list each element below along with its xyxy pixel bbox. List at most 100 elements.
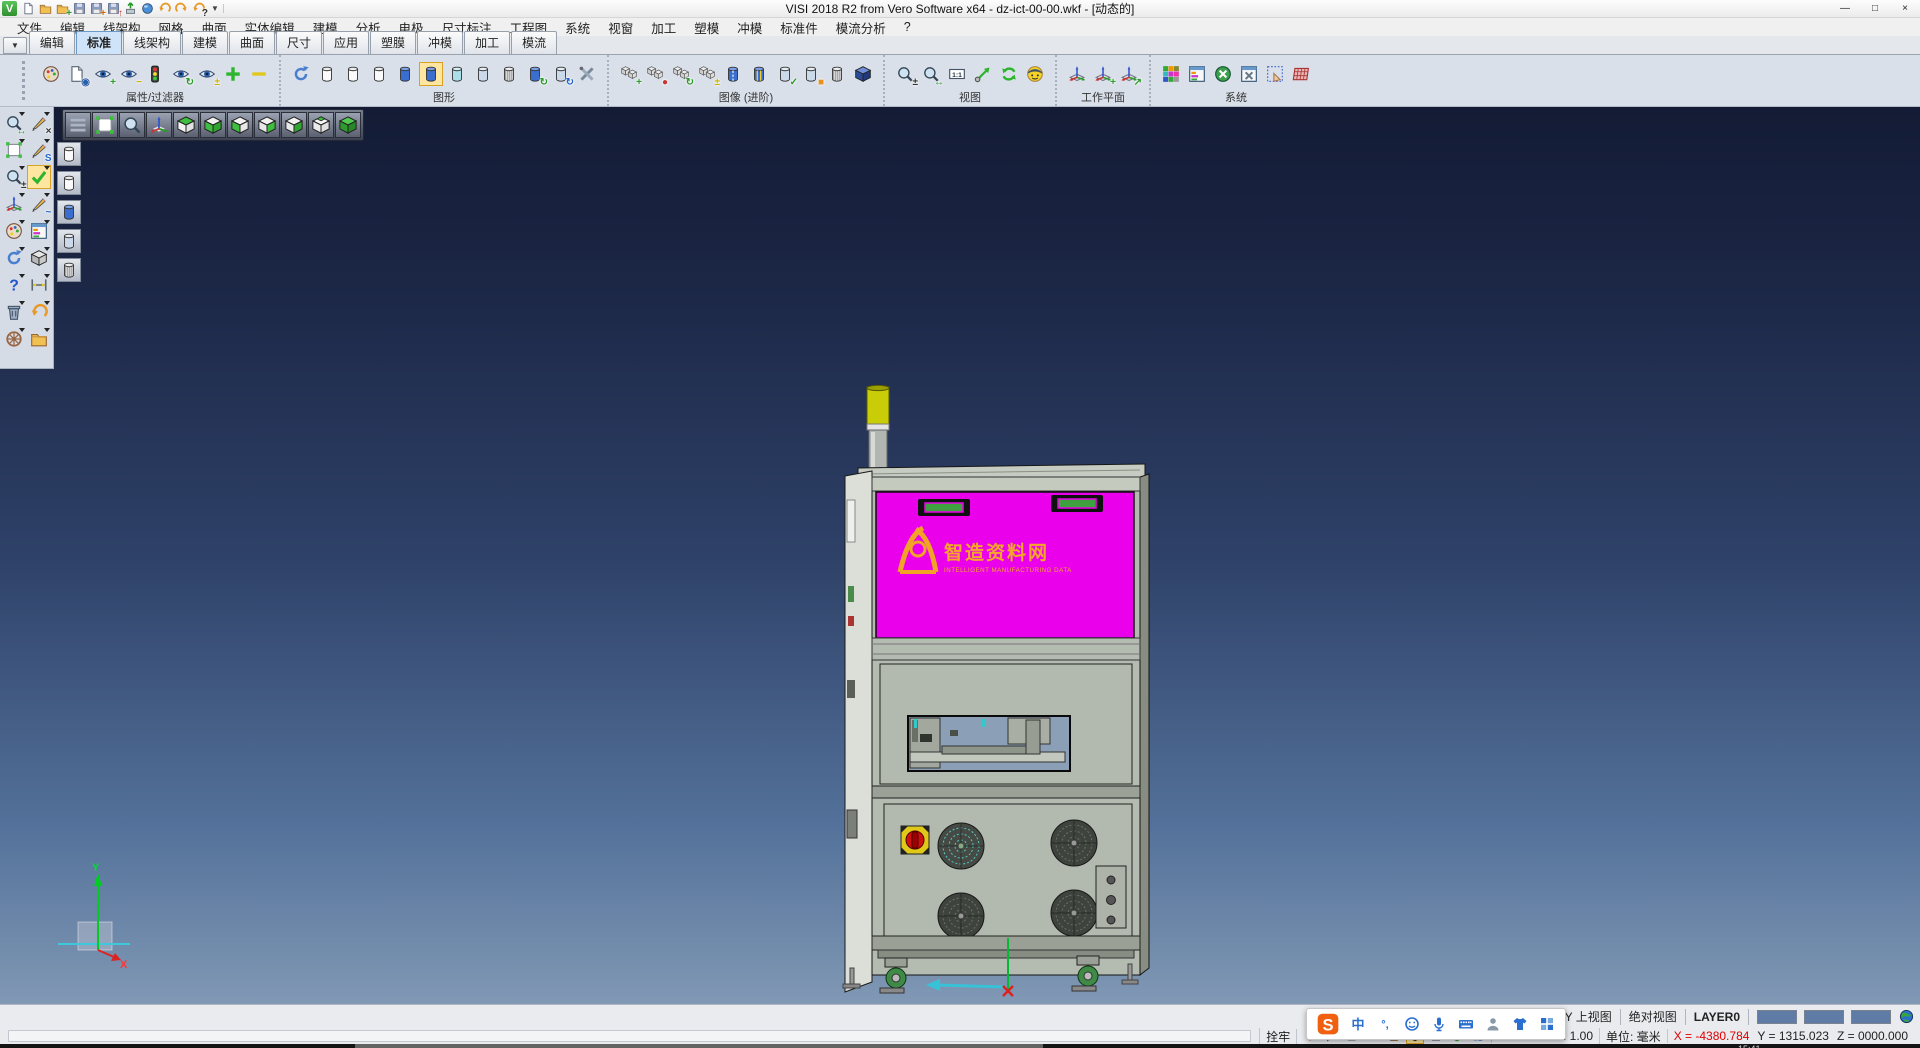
section-striped-button[interactable] [747, 62, 771, 86]
add-filter-button[interactable] [221, 62, 245, 86]
zoom-dynamic-button[interactable]: ↔ [2, 111, 26, 135]
display-options-button[interactable] [1185, 62, 1209, 86]
zoom-box-button[interactable] [2, 138, 26, 162]
filter-traffic-button[interactable] [143, 62, 167, 86]
workplane-button[interactable] [1065, 62, 1089, 86]
show-toggle-button[interactable]: ± [195, 62, 219, 86]
sogou-logo[interactable]: S [1315, 1011, 1341, 1037]
tab-3[interactable]: 建模 [182, 31, 228, 54]
menu-item-18[interactable]: ? [895, 19, 920, 35]
delete-entity-button[interactable]: × [27, 111, 51, 135]
globe-icon[interactable] [1899, 1009, 1914, 1024]
filter-page-button[interactable]: ◉ [65, 62, 89, 86]
ime-lang-button[interactable]: 中 [1348, 1014, 1368, 1034]
adv-traffic-button[interactable]: ● [643, 62, 667, 86]
settings-button[interactable] [1211, 62, 1235, 86]
zoom-inout-button[interactable]: ± [2, 165, 26, 189]
edit-curve-button[interactable]: S [27, 138, 51, 162]
navigator-button[interactable] [2, 327, 26, 351]
edit-wave-button[interactable]: ~ [27, 192, 51, 216]
section-dashed-button[interactable] [721, 62, 745, 86]
absolute-view-button[interactable]: 绝对视图 [1629, 1008, 1677, 1025]
ime-person-button[interactable] [1483, 1014, 1503, 1034]
zoom-extents-button[interactable] [971, 62, 995, 86]
menu-item-12[interactable]: 视窗 [599, 17, 642, 38]
new-file-button[interactable] [20, 0, 37, 17]
dynamic-view-button[interactable] [1023, 62, 1047, 86]
ime-punct-button[interactable]: °, [1375, 1014, 1395, 1034]
menu-item-16[interactable]: 标准件 [771, 17, 827, 38]
tab-6[interactable]: 应用 [323, 31, 369, 54]
view-bottom-button[interactable] [200, 112, 226, 138]
minimize-button[interactable]: — [1830, 1, 1860, 17]
strip-ghost-button[interactable] [57, 229, 81, 253]
open-project-button[interactable] [27, 327, 51, 351]
validate-solid-button[interactable]: ✓ [773, 62, 797, 86]
rotate-view-button[interactable] [997, 62, 1021, 86]
menu-item-15[interactable]: 冲模 [728, 17, 771, 38]
tab-2[interactable]: 线架构 [123, 31, 181, 54]
view-menu-button[interactable] [65, 112, 91, 138]
open-file-button[interactable] [37, 0, 54, 17]
confirm-button[interactable] [27, 165, 51, 189]
workplane-align-button[interactable]: ↗ [1117, 62, 1141, 86]
ghost-button[interactable] [471, 62, 495, 86]
hatch-solid-button[interactable] [825, 62, 849, 86]
command-prompt-field[interactable] [8, 1030, 1251, 1042]
tab-9[interactable]: 加工 [464, 31, 510, 54]
close-button[interactable]: × [1890, 1, 1920, 17]
save-button[interactable] [71, 0, 88, 17]
tab-4[interactable]: 曲面 [229, 31, 275, 54]
colors-button[interactable] [1159, 62, 1183, 86]
translucent-button[interactable] [445, 62, 469, 86]
adv-refresh-button[interactable]: ↻ [669, 62, 693, 86]
ime-emoji-button[interactable] [1402, 1014, 1422, 1034]
window-panes-button[interactable] [27, 219, 51, 243]
view-top-button[interactable] [173, 112, 199, 138]
swatch-2[interactable] [1851, 1010, 1891, 1024]
view-back-button[interactable] [254, 112, 280, 138]
render-cube-button[interactable] [851, 62, 875, 86]
menu-item-14[interactable]: 塑模 [685, 17, 728, 38]
wireframe-1-button[interactable] [315, 62, 339, 86]
layer-indicator[interactable]: LAYER0 [1694, 1010, 1740, 1024]
hidden-line-button[interactable] [497, 62, 521, 86]
ime-toolbox-button[interactable] [1537, 1014, 1557, 1034]
graphics-settings-button[interactable] [575, 62, 599, 86]
swatch-0[interactable] [1757, 1010, 1797, 1024]
zoom-window-button[interactable]: ↔ [919, 62, 943, 86]
solid-preview-button[interactable] [27, 246, 51, 270]
preview-button[interactable] [139, 0, 156, 17]
open-copy-button[interactable]: + [54, 0, 71, 17]
menu-item-17[interactable]: 模流分析 [827, 17, 895, 38]
tab-10[interactable]: 模流 [511, 31, 557, 54]
save-as-button[interactable]: + [88, 0, 105, 17]
view-fit-button[interactable] [92, 112, 118, 138]
strip-shaded-button[interactable] [57, 200, 81, 224]
tab-0[interactable]: 编辑 [29, 31, 75, 54]
zoom-scale-button[interactable]: 1:1 [945, 62, 969, 86]
units-indicator[interactable]: 单位: 毫米 [1599, 1028, 1667, 1045]
ime-keyboard-button[interactable] [1456, 1014, 1476, 1034]
shaded-edges-button[interactable] [419, 62, 443, 86]
grid-plane-button[interactable] [1289, 62, 1313, 86]
redo-button[interactable] [173, 0, 190, 17]
quick-access-more-button[interactable]: ▼ [207, 4, 224, 13]
ime-skin-button[interactable] [1510, 1014, 1530, 1034]
zoom-button[interactable]: ± [893, 62, 917, 86]
view-zoom-button[interactable] [119, 112, 145, 138]
strip-wire-2-button[interactable] [57, 171, 81, 195]
menu-item-11[interactable]: 系统 [556, 17, 599, 38]
maximize-button[interactable]: □ [1860, 1, 1890, 17]
ime-mic-button[interactable] [1429, 1014, 1449, 1034]
tab-7[interactable]: 塑膜 [370, 31, 416, 54]
shaded-button[interactable] [393, 62, 417, 86]
measure-button[interactable] [27, 273, 51, 297]
snap-grid-button[interactable] [1263, 62, 1287, 86]
view-shaded-iso-button[interactable] [335, 112, 361, 138]
preferences-button[interactable] [1237, 62, 1261, 86]
save-all-button[interactable]: ↑ [105, 0, 122, 17]
undo-left-button[interactable] [27, 300, 51, 324]
swatch-1[interactable] [1804, 1010, 1844, 1024]
repeat-command-button[interactable]: ? [190, 0, 207, 17]
